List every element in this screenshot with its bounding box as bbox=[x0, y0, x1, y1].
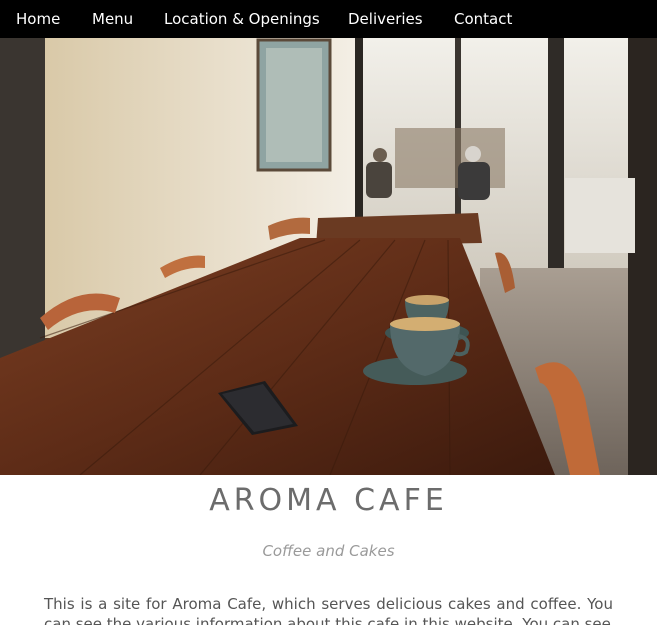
page-subtitle: Coffee and Cakes bbox=[262, 542, 395, 560]
nav-location-openings-link[interactable]: Location & Openings bbox=[164, 0, 320, 38]
hero-image bbox=[0, 38, 657, 475]
page: Home Menu Location & Openings Deliveries… bbox=[0, 0, 657, 625]
nav-menu-link[interactable]: Menu bbox=[92, 0, 133, 38]
nav-contact-link[interactable]: Contact bbox=[454, 0, 512, 38]
nav-deliveries-link[interactable]: Deliveries bbox=[348, 0, 423, 38]
nav-home-link[interactable]: Home bbox=[16, 0, 60, 38]
page-title: AROMA CAFE bbox=[209, 483, 448, 518]
intro-paragraph: This is a site for Aroma Cafe, which ser… bbox=[44, 595, 613, 625]
top-navigation: Home Menu Location & Openings Deliveries… bbox=[0, 0, 657, 38]
cafe-interior-photo bbox=[0, 38, 657, 475]
